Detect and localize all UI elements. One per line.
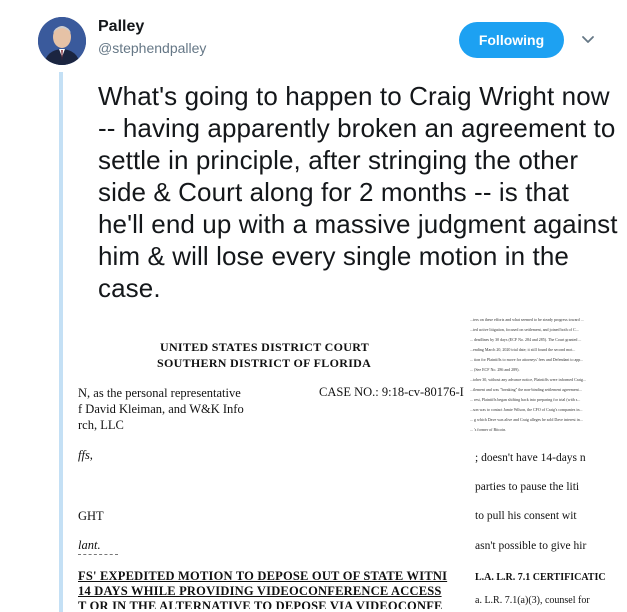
motion-title-line: 14 DAYS WHILE PROVIDING VIDEOCONFERENCE … — [78, 584, 442, 598]
thread-line — [59, 72, 63, 612]
document-text-line: parties to pause the liti — [475, 481, 580, 493]
document-text-line: to pull his consent wit — [475, 510, 577, 522]
fine-print-line: ... deadlines by 30 days (ECF No. 284 an… — [470, 337, 582, 342]
fine-print-line: ...son was to contact Jamie Wilson, the … — [470, 407, 583, 412]
fine-print-line: ...tober 30, without any advance notice,… — [470, 377, 587, 382]
tweet-text: What's going to happen to Craig Wright n… — [98, 81, 618, 303]
caption-divider — [78, 554, 118, 556]
certification-heading: L.A. L.R. 7.1 CERTIFICATIC — [475, 572, 605, 583]
defendant-name-fragment: GHT — [78, 509, 104, 523]
document-text-line: ; doesn't have 14-days n — [475, 452, 586, 464]
fine-print-line: ...ters on these efforts and what seemed… — [470, 317, 584, 322]
author-handle[interactable]: @stephendpalley — [98, 40, 206, 56]
fine-print-line: ... 's former of Bitcoin. — [470, 427, 507, 432]
document-text-line: a. L.R. 7.1(a)(3), counsel for — [475, 595, 590, 606]
avatar[interactable] — [38, 17, 86, 65]
fine-print-line: ... g which Dave was alive and Craig all… — [470, 417, 583, 422]
chevron-down-icon[interactable] — [580, 32, 596, 48]
case-number: CASE NO.: 9:18-cv-80176-I — [319, 385, 464, 399]
fine-print-line: ...ending March 20, 2020 trial date; it … — [470, 347, 576, 352]
fine-print-line: ... tion for Plaintiffs to move for atto… — [470, 357, 584, 362]
tweet-media-image[interactable]: UNITED STATES DISTRICT COURT SOUTHERN DI… — [78, 312, 605, 609]
plaintiffs-fragment: ffs, — [78, 448, 93, 462]
fine-print-line: ... rest, Plaintiffs began shifting back… — [470, 397, 581, 402]
motion-title-line: T OR IN THE ALTERNATIVE TO DEPOSE VIA VI… — [78, 599, 443, 609]
following-button[interactable]: Following — [459, 22, 564, 58]
avatar-photo — [38, 17, 86, 65]
court-name: UNITED STATES DISTRICT COURT — [160, 340, 370, 354]
fine-print-line: ...tlement and was "breaking" the non-bi… — [470, 387, 582, 392]
document-text-line: asn't possible to give hir — [475, 540, 587, 552]
party-line: rch, LLC — [78, 418, 124, 432]
motion-title-line: FS' EXPEDITED MOTION TO DEPOSE OUT OF ST… — [78, 569, 448, 583]
party-caption: N, as the personal representative f Davi… — [78, 385, 244, 433]
defendant-fragment: lant. — [78, 538, 101, 552]
document-page-right: ...ters on these efforts and what seemed… — [470, 312, 605, 609]
fine-print-line: ...ted active litigation, focused on set… — [470, 327, 579, 332]
court-district: SOUTHERN DISTRICT OF FLORIDA — [157, 356, 372, 370]
author-display-name[interactable]: Palley — [98, 18, 144, 36]
fine-print-line: ... (See ECF No. 286 and 289). — [470, 367, 520, 372]
document-page-left: UNITED STATES DISTRICT COURT SOUTHERN DI… — [78, 312, 470, 609]
party-line: f David Kleiman, and W&K Info — [78, 402, 244, 416]
party-line: N, as the personal representative — [78, 386, 241, 400]
